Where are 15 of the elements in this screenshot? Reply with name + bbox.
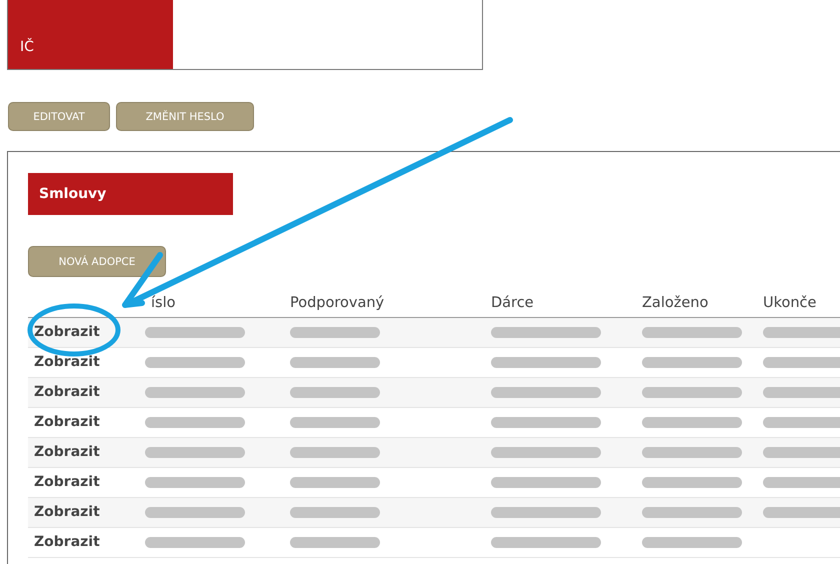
view-link[interactable]: Zobrazit [34,354,100,370]
column-header: Založeno [642,294,708,311]
column-header: Podporovaný [290,294,384,311]
view-link[interactable]: Zobrazit [34,504,100,520]
view-link[interactable]: Zobrazit [34,414,100,430]
column-header: Dárce [491,294,534,311]
view-link[interactable]: Zobrazit [34,444,100,460]
field-label: IČ [20,39,35,55]
column-header: íslo [151,294,176,311]
view-link[interactable]: Zobrazit [34,534,100,550]
column-header: Ukonče [763,294,816,311]
view-link[interactable]: Zobrazit [34,324,100,340]
section-heading: Smlouvy [28,173,233,215]
view-link[interactable]: Zobrazit [34,384,100,400]
view-link[interactable]: Zobrazit [34,474,100,490]
